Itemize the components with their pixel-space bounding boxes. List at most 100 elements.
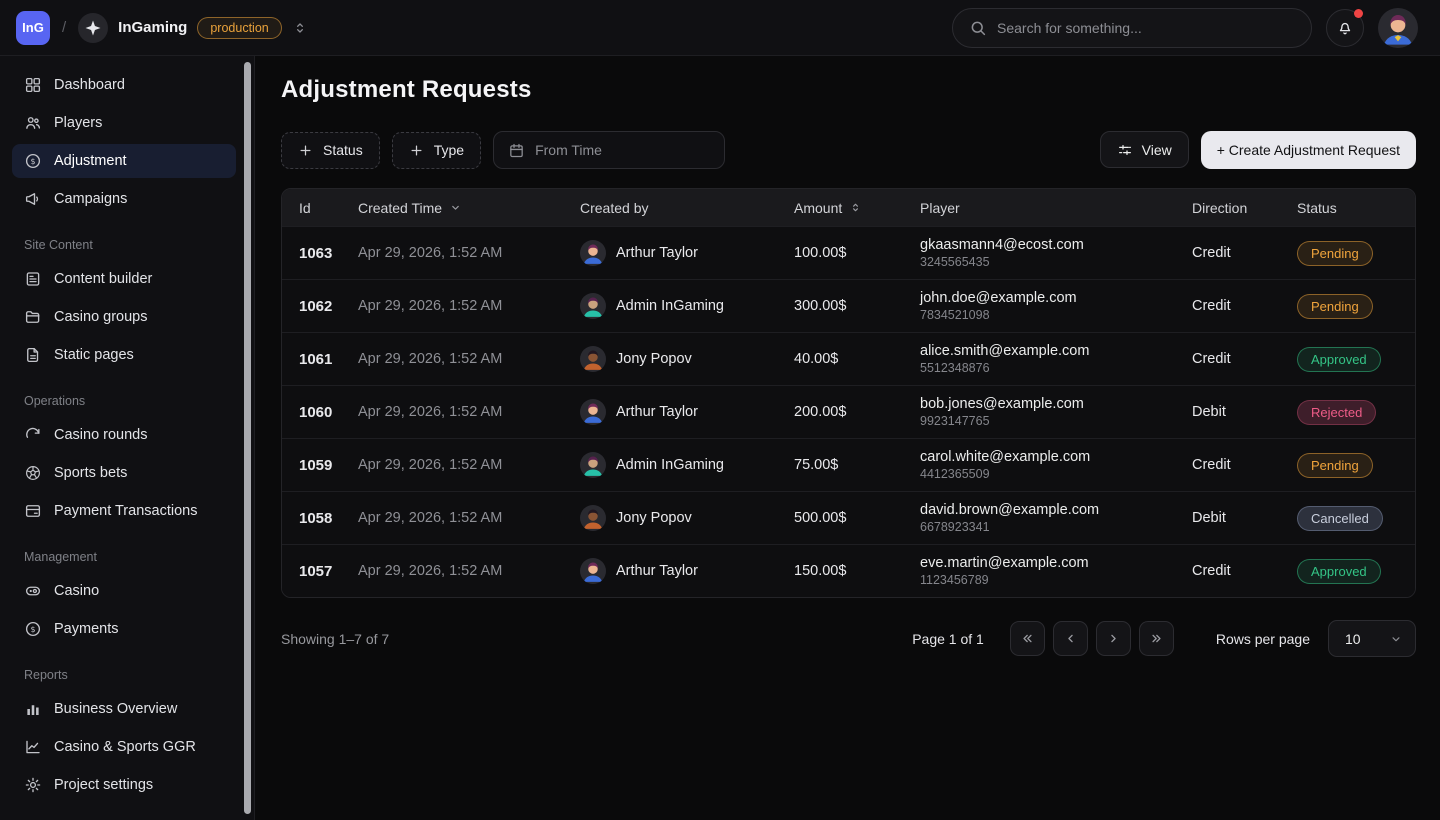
cell-status: Pending [1297, 294, 1415, 319]
creator-name: Jony Popov [616, 351, 692, 367]
cell-created-by: Admin InGaming [580, 293, 794, 319]
status-badge: Rejected [1297, 400, 1376, 425]
column-header-amount[interactable]: Amount [794, 200, 920, 216]
sidebar-item-campaigns[interactable]: Campaigns [12, 182, 236, 216]
previous-page-button[interactable] [1053, 621, 1088, 656]
breadcrumb-separator: / [62, 19, 66, 36]
folder-icon [24, 308, 42, 326]
status-filter-label: Status [323, 142, 363, 158]
table-row[interactable]: 1060 Apr 29, 2026, 1:52 AM Arthur Taylor… [282, 385, 1415, 438]
sidebar-item-players[interactable]: Players [12, 106, 236, 140]
cell-player: david.brown@example.com 6678923341 [920, 501, 1192, 535]
cell-id: 1062 [282, 298, 358, 315]
search-input[interactable] [997, 20, 1295, 36]
topbar: InG / InGaming production [0, 0, 1440, 56]
cell-created-time: Apr 29, 2026, 1:52 AM [358, 351, 580, 367]
from-time-picker[interactable]: From Time [493, 131, 725, 169]
sidebar: Dashboard Players $ Adjustment Campaigns… [0, 56, 255, 820]
status-filter-button[interactable]: Status [281, 132, 380, 169]
next-page-button[interactable] [1096, 621, 1131, 656]
creator-name: Arthur Taylor [616, 404, 698, 420]
chevron-down-icon [1389, 632, 1403, 646]
svg-text:$: $ [30, 625, 35, 634]
rows-per-page-select[interactable]: 10 [1328, 620, 1416, 657]
table-row[interactable]: 1057 Apr 29, 2026, 1:52 AM Arthur Taylor… [282, 544, 1415, 597]
table-row[interactable]: 1061 Apr 29, 2026, 1:52 AM Jony Popov 40… [282, 332, 1415, 385]
sidebar-item-casino-groups[interactable]: Casino groups [12, 300, 236, 334]
sidebar-item-dashboard[interactable]: Dashboard [12, 68, 236, 102]
player-email: alice.smith@example.com [920, 342, 1192, 360]
cell-id: 1060 [282, 404, 358, 421]
cell-direction: Credit [1192, 298, 1297, 314]
creator-name: Jony Popov [616, 510, 692, 526]
sidebar-item-casino-sports-ggr[interactable]: Casino & Sports GGR [12, 730, 236, 764]
cell-created-time: Apr 29, 2026, 1:52 AM [358, 457, 580, 473]
table-row[interactable]: 1063 Apr 29, 2026, 1:52 AM Arthur Taylor… [282, 226, 1415, 279]
sidebar-item-label: Project settings [54, 777, 153, 793]
create-adjustment-request-button[interactable]: + Create Adjustment Request [1201, 131, 1416, 169]
sidebar-item-sports-bets[interactable]: Sports bets [12, 456, 236, 490]
search-icon [969, 19, 987, 37]
player-email: gkaasmann4@ecost.com [920, 236, 1192, 254]
cell-player: john.doe@example.com 7834521098 [920, 289, 1192, 323]
app-logo[interactable]: InG [16, 11, 50, 45]
dashboard-icon [24, 76, 42, 94]
creator-name: Admin InGaming [616, 457, 724, 473]
sidebar-scrollbar[interactable] [244, 62, 251, 814]
table-row[interactable]: 1062 Apr 29, 2026, 1:52 AM Admin InGamin… [282, 279, 1415, 332]
first-page-button[interactable] [1010, 621, 1045, 656]
type-filter-label: Type [434, 142, 464, 158]
type-filter-button[interactable]: Type [392, 132, 481, 169]
player-id: 9923147765 [920, 413, 1192, 429]
column-header-created-time[interactable]: Created Time [358, 200, 580, 216]
plus-icon [409, 143, 424, 158]
sidebar-item-payments[interactable]: $ Payments [12, 612, 236, 646]
sidebar-item-casino-rounds[interactable]: Casino rounds [12, 418, 236, 452]
card-icon [24, 502, 42, 520]
sidebar-item-casino[interactable]: Casino [12, 574, 236, 608]
sidebar-item-label: Casino rounds [54, 427, 148, 443]
soccer-ball-icon [24, 464, 42, 482]
column-header-status[interactable]: Status [1297, 200, 1415, 216]
table-row[interactable]: 1059 Apr 29, 2026, 1:52 AM Admin InGamin… [282, 438, 1415, 491]
sidebar-item-payment-transactions[interactable]: Payment Transactions [12, 494, 236, 528]
view-button[interactable]: View [1100, 131, 1189, 168]
last-page-button[interactable] [1139, 621, 1174, 656]
cell-status: Rejected [1297, 400, 1415, 425]
player-id: 6678923341 [920, 519, 1192, 535]
showing-count: Showing 1–7 of 7 [281, 631, 389, 647]
column-header-created-by[interactable]: Created by [580, 200, 794, 216]
sidebar-item-label: Casino groups [54, 309, 148, 325]
status-badge: Cancelled [1297, 506, 1383, 531]
column-header-id[interactable]: Id [282, 200, 358, 216]
file-icon [24, 346, 42, 364]
notifications-button[interactable] [1326, 9, 1364, 47]
sidebar-item-static-pages[interactable]: Static pages [12, 338, 236, 372]
player-email: david.brown@example.com [920, 501, 1192, 519]
line-chart-icon [24, 738, 42, 756]
cell-amount: 75.00$ [794, 457, 920, 473]
user-avatar[interactable] [1378, 8, 1418, 48]
cell-created-time: Apr 29, 2026, 1:52 AM [358, 563, 580, 579]
org-switcher[interactable]: InGaming production [78, 13, 308, 43]
sidebar-item-business-overview[interactable]: Business Overview [12, 692, 236, 726]
sidebar-item-adjustment[interactable]: $ Adjustment [12, 144, 236, 178]
cell-status: Cancelled [1297, 506, 1415, 531]
cell-created-time: Apr 29, 2026, 1:52 AM [358, 510, 580, 526]
sidebar-item-content-builder[interactable]: Content builder [12, 262, 236, 296]
table-row[interactable]: 1058 Apr 29, 2026, 1:52 AM Jony Popov 50… [282, 491, 1415, 544]
sidebar-item-label: Payments [54, 621, 118, 637]
status-badge: Pending [1297, 294, 1373, 319]
cell-player: eve.martin@example.com 1123456789 [920, 554, 1192, 588]
cell-created-by: Jony Popov [580, 505, 794, 531]
creator-name: Admin InGaming [616, 298, 724, 314]
sidebar-item-label: Static pages [54, 347, 134, 363]
cell-status: Approved [1297, 559, 1415, 584]
cell-player: carol.white@example.com 4412365509 [920, 448, 1192, 482]
cell-created-by: Admin InGaming [580, 452, 794, 478]
plus-icon [298, 143, 313, 158]
column-header-player[interactable]: Player [920, 200, 1192, 216]
sidebar-item-label: Business Overview [54, 701, 177, 717]
column-header-direction[interactable]: Direction [1192, 200, 1297, 216]
sidebar-item-project-settings[interactable]: Project settings [12, 768, 236, 802]
